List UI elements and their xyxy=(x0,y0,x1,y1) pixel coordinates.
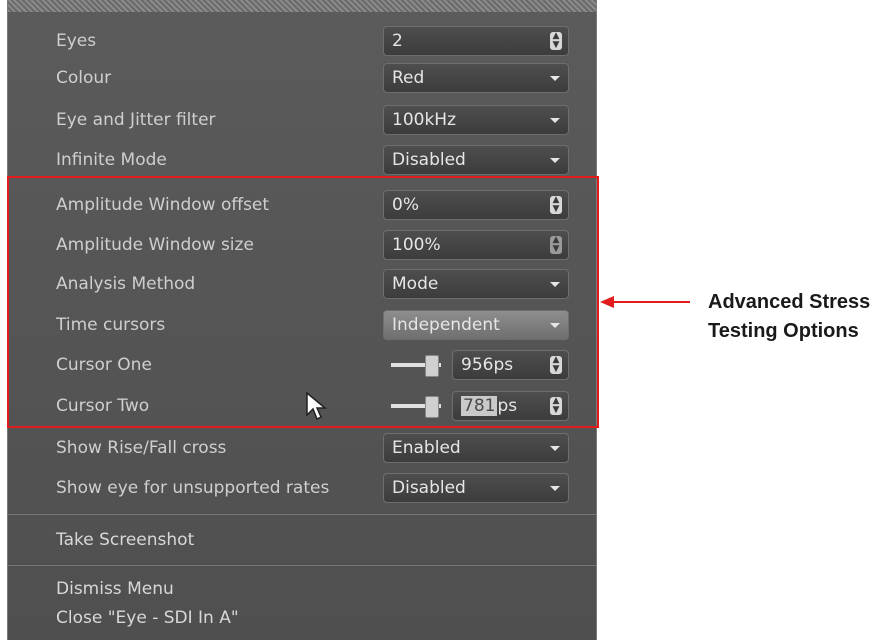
take-screenshot-item[interactable]: Take Screenshot xyxy=(56,530,194,550)
setting-row-unsupported-rates: Show eye for unsupported rates Disabled xyxy=(8,468,596,508)
jitter-filter-dropdown[interactable]: 100kHz xyxy=(383,105,569,135)
chevron-down-icon xyxy=(550,118,560,123)
rise-fall-cross-dropdown[interactable]: Enabled xyxy=(383,433,569,463)
setting-value: Disabled xyxy=(392,150,466,170)
setting-row-colour: Colour Red xyxy=(8,58,596,98)
setting-label: Infinite Mode xyxy=(56,150,167,170)
menu-divider xyxy=(8,514,596,515)
setting-row-eyes: Eyes 2 ▲ ▼ xyxy=(8,21,596,61)
setting-value: 2 xyxy=(392,31,403,51)
setting-value: 100kHz xyxy=(392,110,456,130)
setting-row-infinite-mode: Infinite Mode Disabled xyxy=(8,140,596,180)
setting-label: Show eye for unsupported rates xyxy=(56,478,330,498)
chevron-down-icon xyxy=(550,486,560,491)
setting-row-jitter-filter: Eye and Jitter filter 100kHz xyxy=(8,100,596,140)
chevron-down-icon xyxy=(550,76,560,81)
menu-divider xyxy=(8,565,596,566)
spin-arrows-icon[interactable]: ▲ ▼ xyxy=(550,32,562,50)
advanced-options-highlight-box xyxy=(7,176,599,428)
callout-line-2: Testing Options xyxy=(708,320,859,342)
setting-label: Eyes xyxy=(56,31,97,51)
setting-value: Enabled xyxy=(392,438,461,458)
setting-label: Colour xyxy=(56,68,112,88)
close-window-item[interactable]: Close "Eye - SDI In A" xyxy=(56,608,239,628)
chevron-down-icon xyxy=(550,446,560,451)
callout-label: Advanced Stress Testing Options xyxy=(708,288,870,346)
setting-label: Eye and Jitter filter xyxy=(56,110,216,130)
setting-value: Red xyxy=(392,68,425,88)
callout-line-1: Advanced Stress xyxy=(708,291,871,313)
colour-dropdown[interactable]: Red xyxy=(383,63,569,93)
setting-value: Disabled xyxy=(392,478,466,498)
setting-label: Show Rise/Fall cross xyxy=(56,438,227,458)
chevron-down-icon xyxy=(550,158,560,163)
setting-row-rise-fall-cross: Show Rise/Fall cross Enabled xyxy=(8,428,596,468)
unsupported-rates-dropdown[interactable]: Disabled xyxy=(383,473,569,503)
dismiss-menu-item[interactable]: Dismiss Menu xyxy=(56,579,174,599)
eyes-spinbox[interactable]: 2 ▲ ▼ xyxy=(383,26,569,56)
infinite-mode-dropdown[interactable]: Disabled xyxy=(383,145,569,175)
menu-drag-handle[interactable] xyxy=(8,0,596,12)
callout-arrow-icon xyxy=(600,296,690,308)
mouse-pointer-icon xyxy=(306,391,328,421)
